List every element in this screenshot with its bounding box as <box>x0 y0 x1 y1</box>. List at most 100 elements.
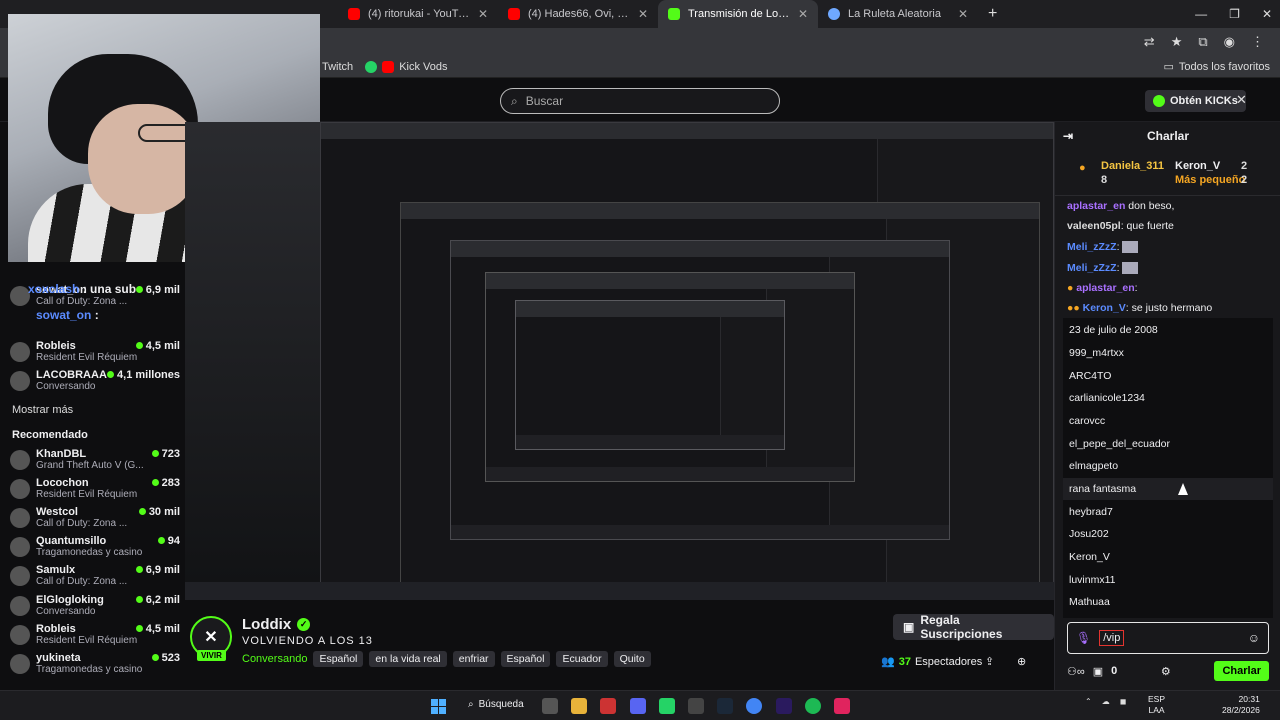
close-icon[interactable]: ✕ <box>798 7 808 21</box>
bookmark-kick-vods[interactable]: Kick Vods <box>365 60 448 73</box>
maximize-icon[interactable]: ❐ <box>1229 7 1240 21</box>
translate-icon[interactable]: ⇄ <box>1144 34 1155 50</box>
sidebar-channel[interactable]: LACOBRAAA 4,1 millones Conversando <box>10 369 180 392</box>
points-icon[interactable]: ⚇∞ <box>1067 665 1085 678</box>
all-favorites[interactable]: ▭ Todos los favoritos <box>1163 60 1270 74</box>
app-icon[interactable] <box>600 698 616 714</box>
chat-username[interactable]: Meli_zZzZ <box>1067 262 1117 274</box>
suggestion-item[interactable]: Josu202 <box>1069 528 1109 540</box>
chrome-icon[interactable] <box>746 698 762 714</box>
app-icon[interactable] <box>542 698 558 714</box>
nested-capture-5 <box>515 300 785 450</box>
gift-subs-button[interactable]: ▣ Regala Suscripciones <box>893 613 1054 641</box>
follow-icon[interactable]: ⊕ <box>1017 655 1026 668</box>
share-icon[interactable]: ⇪ <box>985 655 994 668</box>
suggestion-item[interactable]: Mathuaa <box>1069 596 1110 608</box>
sidebar-channel[interactable]: Locochon 283 Resident Evil Réquiem <box>10 477 180 500</box>
chat-username[interactable]: aplastar_en <box>1067 200 1125 212</box>
premiere-icon[interactable] <box>776 698 792 714</box>
collapse-chat-icon[interactable]: ⇥ <box>1063 129 1073 143</box>
close-icon[interactable]: ✕ <box>958 7 968 21</box>
tag[interactable]: Español <box>313 651 364 667</box>
steam-icon[interactable] <box>717 698 733 714</box>
chat-username[interactable]: Keron_V <box>1083 302 1126 314</box>
tab-ritorukai[interactable]: (4) ritorukai - YouTube ✕ <box>338 0 498 28</box>
stream-video[interactable] <box>185 122 1054 600</box>
tiktok-icon[interactable] <box>834 698 850 714</box>
chat-username[interactable]: Meli_zZzZ <box>1067 241 1117 253</box>
suggestion-item[interactable]: luvinmx11 <box>1069 574 1116 586</box>
extensions-icon[interactable]: ⧉ <box>1198 34 1207 50</box>
tag[interactable]: Español <box>500 651 551 667</box>
suggestion-item[interactable]: el_pepe_del_ecuador <box>1069 438 1170 450</box>
profile-icon[interactable]: ◉ <box>1224 34 1235 50</box>
sidebar-channel[interactable]: Samulx 6,9 mil Call of Duty: Zona ... <box>10 564 180 587</box>
taskbar-search[interactable]: ⌕ Búsqueda <box>468 699 524 710</box>
spotify-icon[interactable] <box>805 698 821 714</box>
whatsapp-icon[interactable] <box>659 698 675 714</box>
tag[interactable]: en la vida real <box>369 651 447 667</box>
emoji-icon[interactable]: ☺ <box>1248 631 1260 645</box>
chevron-up-icon[interactable]: ⌃ <box>1085 697 1092 706</box>
microphone-icon[interactable]: 🎙 <box>1076 631 1091 645</box>
language-indicator[interactable]: ESP LAA <box>1148 694 1165 716</box>
suggestion-item[interactable]: ARC4TO <box>1069 370 1111 382</box>
bookmark-twitch[interactable]: Twitch <box>322 61 353 73</box>
chat-input[interactable]: 🎙 /vip ☺ <box>1067 622 1269 654</box>
tag[interactable]: Quito <box>613 651 651 667</box>
send-chat-button[interactable]: Charlar <box>1214 661 1269 681</box>
suggestion-item-highlighted[interactable]: rana fantasma <box>1063 478 1273 500</box>
close-icon[interactable]: ✕ <box>478 7 488 21</box>
suggestion-item[interactable]: Keron_V <box>1069 551 1110 563</box>
sidebar-channel[interactable]: ElGlogloking 6,2 mil Conversando <box>10 594 180 617</box>
overlay-user: sowat_on <box>36 308 92 322</box>
sidebar-channel[interactable]: Quantumsillo 94 Tragamonedas y casino <box>10 535 180 558</box>
leader-name[interactable]: Keron_V <box>1175 160 1220 172</box>
suggestion-item[interactable]: elmagpeto <box>1069 460 1118 472</box>
star-icon[interactable]: ★ <box>1171 34 1183 50</box>
show-more-link[interactable]: Mostrar más <box>12 404 73 416</box>
windows-start-icon[interactable] <box>431 699 446 714</box>
tag[interactable]: enfriar <box>452 651 495 667</box>
suggestion-item[interactable]: 999_m4rtxx <box>1069 347 1124 359</box>
leader-count: 8 <box>1101 174 1108 186</box>
channel-name-heading[interactable]: Loddix ✓ <box>242 616 311 633</box>
suggestion-item[interactable]: carlianicole1234 <box>1069 392 1145 404</box>
chat-username[interactable]: aplastar_en <box>1076 282 1134 294</box>
leader-name[interactable]: Más pequeño <box>1175 174 1245 186</box>
leader-name[interactable]: Daniela_311 <box>1101 160 1164 172</box>
overlay-text: : <box>94 308 99 322</box>
x-logo-icon[interactable]: ✕ <box>1236 92 1247 108</box>
get-kicks-button[interactable]: Obtén KICKs <box>1145 90 1246 112</box>
category-link[interactable]: Conversando <box>242 653 307 665</box>
menu-icon[interactable]: ⋮ <box>1251 34 1264 50</box>
tag[interactable]: Ecuador <box>556 651 608 667</box>
sidebar-channel[interactable]: KhanDBL 723 Grand Theft Auto V (G... <box>10 448 180 471</box>
tab-loddix[interactable]: Transmisión de Loddic mírala e ✕ <box>658 0 818 28</box>
suggestion-item[interactable]: heybrad7 <box>1069 506 1113 518</box>
clock[interactable]: 20:31 28/2/2026 <box>1222 694 1260 716</box>
suggestion-item[interactable]: 23 de julio de 2008 <box>1069 324 1158 336</box>
tab-ruleta[interactable]: La Ruleta Aleatoria ✕ <box>818 0 978 28</box>
minimize-icon[interactable]: — <box>1195 7 1207 21</box>
tab-hades66[interactable]: (4) Hades66, Ovi, LMR - Si Mijo ✕ <box>498 0 658 28</box>
sidebar-channel[interactable]: Robleis 4,5 mil Resident Evil Réquiem <box>10 623 180 646</box>
search-input[interactable]: ⌕ Buscar <box>500 88 780 114</box>
sidebar-channel[interactable]: yukineta 523 Tragamonedas y casino <box>10 652 180 675</box>
close-icon[interactable]: ✕ <box>638 7 648 21</box>
app-tray-icon[interactable]: ◼ <box>1120 697 1127 706</box>
new-tab-button[interactable]: + <box>978 5 1007 23</box>
epic-games-icon[interactable] <box>688 698 704 714</box>
discord-icon[interactable] <box>630 698 646 714</box>
capture-edge <box>185 122 320 600</box>
sidebar-channel[interactable]: Westcol 30 mil Call of Duty: Zona ... <box>10 506 180 529</box>
stream-title: VOLVIENDO A LOS 13 <box>242 635 373 647</box>
settings-icon[interactable]: ⚙ <box>1161 665 1171 678</box>
file-explorer-icon[interactable] <box>571 698 587 714</box>
close-window-icon[interactable]: ✕ <box>1262 7 1272 21</box>
cloud-icon[interactable]: ☁ <box>1102 697 1110 706</box>
suggestion-item[interactable]: carovcc <box>1069 415 1105 427</box>
chat-username[interactable]: valeen05pl <box>1067 220 1121 232</box>
sidebar-channel[interactable]: Robleis 4,5 mil Resident Evil Réquiem <box>10 340 180 363</box>
gift-icon[interactable]: ▣ <box>1093 665 1103 678</box>
